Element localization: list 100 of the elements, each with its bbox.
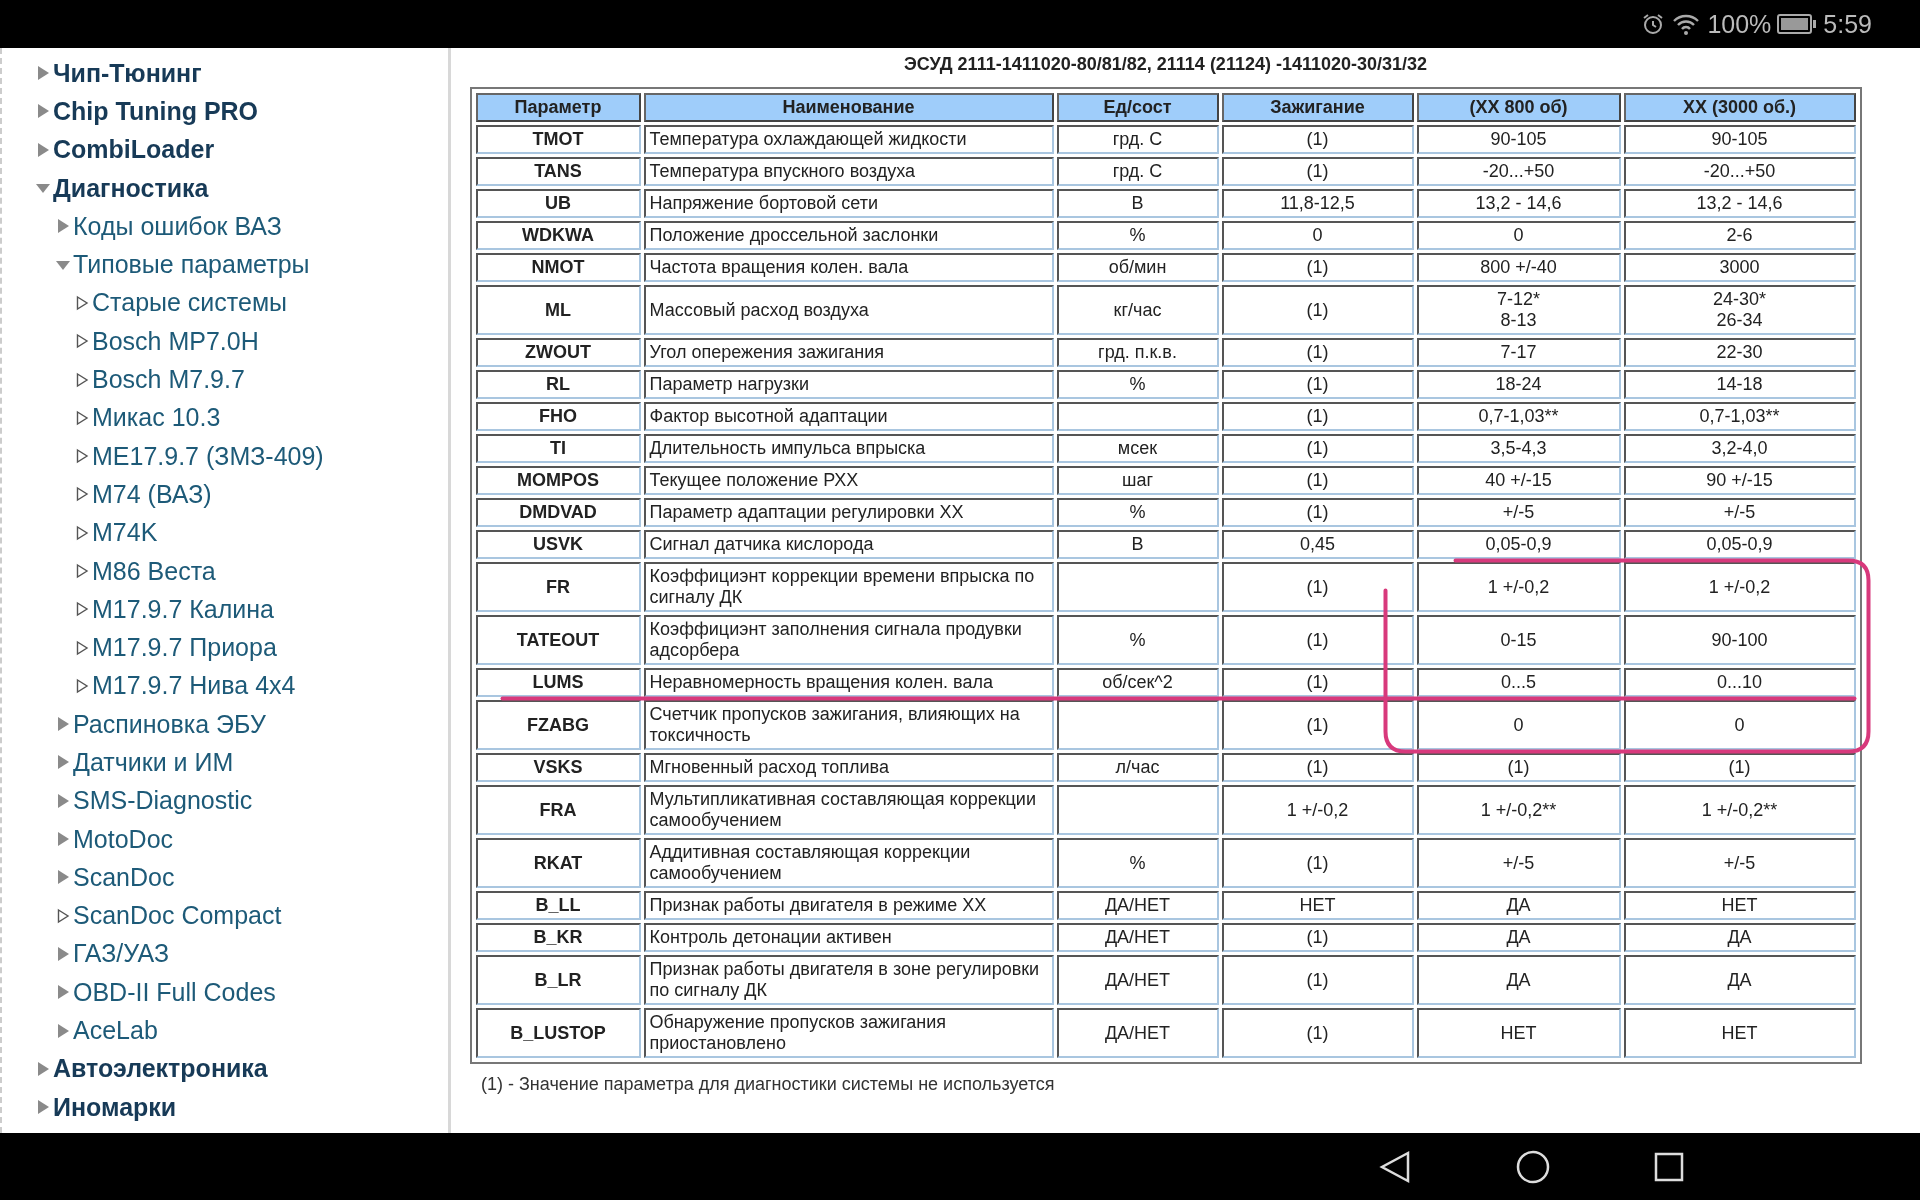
expand-triangle-icon[interactable] [56, 1022, 70, 1039]
table-cell: 18-24 [1416, 370, 1621, 399]
table-cell: (1) [1221, 923, 1414, 952]
nav-link[interactable]: Bosch M7.9.7 [92, 365, 245, 394]
table-cell: 90-105 [1416, 125, 1621, 154]
table-cell: +/-5 [1623, 498, 1856, 527]
expand-triangle-icon[interactable] [36, 1060, 50, 1077]
outline-triangle-icon[interactable] [75, 409, 89, 426]
nav-link[interactable]: AceLab [73, 1016, 158, 1046]
nav-link[interactable]: ScanDoc [73, 862, 175, 892]
nav-link[interactable]: Chip Tuning PRO [53, 96, 259, 126]
outline-triangle-icon[interactable] [75, 677, 89, 694]
table-cell: (1) [1623, 753, 1856, 782]
outline-triangle-icon[interactable] [75, 486, 89, 503]
nav-link[interactable]: MotoDoc [73, 824, 174, 854]
table-cell: 1 +/-0,2** [1623, 785, 1856, 835]
outline-triangle-icon[interactable] [75, 563, 89, 579]
table-cell: ДА [1623, 923, 1856, 952]
table-cell: 0 [1416, 700, 1621, 750]
nav-link[interactable]: Коды ошибок ВАЗ [73, 211, 282, 241]
outline-triangle-icon[interactable] [75, 524, 89, 541]
nav-link[interactable]: M17.9.7 Калина [92, 594, 274, 624]
nav-link[interactable]: M17.9.7 Нива 4х4 [92, 671, 296, 701]
nav-link[interactable]: M74K [92, 518, 158, 548]
table-cell: шаг [1056, 466, 1219, 495]
nav-link[interactable]: Автоэлектроника [53, 1054, 268, 1084]
table-cell: % [1056, 498, 1219, 527]
back-icon[interactable] [1378, 1149, 1412, 1184]
page-title: ЭСУД 2111-1411020-80/81/82, 21114 (21124) -1411020-30/31/32 [903, 54, 1428, 75]
table-cell: Сигнал датчика кислорода [643, 530, 1054, 559]
table-cell: об/мин [1056, 253, 1219, 282]
expand-triangle-icon[interactable] [56, 945, 70, 962]
table-cell: Длительность импульса впрыска [643, 434, 1054, 463]
table-cell: RL [475, 370, 641, 399]
nav-link[interactable]: Чип-Тюнинг [53, 58, 202, 88]
expand-triangle-icon[interactable] [56, 218, 70, 235]
expand-triangle-icon[interactable] [56, 831, 70, 848]
column-header: ХХ (3000 об.) [1623, 93, 1856, 122]
table-cell: Контроль детонации активен [643, 923, 1054, 952]
table-cell: B_LR [475, 955, 641, 1005]
expand-triangle-icon[interactable] [56, 716, 70, 733]
table-cell: (1) [1221, 955, 1414, 1005]
outline-triangle-icon[interactable] [56, 907, 70, 924]
table-cell: (1) [1221, 125, 1414, 154]
nav-link[interactable]: Диагностика [53, 173, 209, 203]
table-cell: 13,2 - 14,6 [1623, 189, 1856, 218]
expand-triangle-icon[interactable] [56, 792, 70, 809]
nav-link[interactable]: Иномарки [53, 1092, 177, 1122]
outline-triangle-icon[interactable] [75, 294, 89, 311]
outline-triangle-icon[interactable] [75, 639, 89, 656]
table-cell: Массовый расход воздуха [643, 285, 1054, 335]
table-cell: 1 +/-0,2 [1221, 785, 1414, 835]
column-header: Параметр [475, 93, 641, 122]
clock-time: 5:59 [1823, 9, 1872, 39]
table-cell: 3,2-4,0 [1623, 434, 1856, 463]
expand-triangle-icon[interactable] [36, 141, 50, 158]
expand-triangle-icon[interactable] [36, 1099, 50, 1116]
nav-link[interactable]: OBD-II Full Codes [73, 977, 276, 1007]
nav-link[interactable]: M74 (ВАЗ) [92, 479, 212, 509]
footnote: (1) - Значение параметра для диагностики системы не используется [481, 1074, 1055, 1095]
expand-triangle-icon[interactable] [36, 103, 50, 120]
expand-triangle-icon[interactable] [56, 869, 70, 886]
nav-link[interactable]: Типовые параметры [73, 250, 310, 280]
table-cell: NMOT [475, 253, 641, 282]
column-header: (ХХ 800 об) [1416, 93, 1621, 122]
table-cell: (1) [1221, 700, 1414, 750]
expand-triangle-icon[interactable] [56, 984, 70, 1001]
recent-apps-icon[interactable] [1654, 1151, 1684, 1182]
table-cell: ZWOUT [475, 338, 641, 367]
nav-link[interactable]: CombiLoader [53, 135, 215, 165]
table-cell: В [1056, 189, 1219, 218]
outline-triangle-icon[interactable] [75, 601, 89, 618]
nav-link[interactable]: Распиновка ЭБУ [73, 709, 266, 739]
home-icon[interactable] [1516, 1149, 1550, 1184]
nav-link[interactable]: SMS-Diagnostic [73, 786, 253, 816]
table-cell: +/-5 [1416, 838, 1621, 888]
table-cell: +/-5 [1623, 838, 1856, 888]
table-cell: 40 +/-15 [1416, 466, 1621, 495]
nav-link[interactable]: M17.9.7 Приора [92, 633, 277, 663]
table-cell: FRA [475, 785, 641, 835]
nav-link[interactable]: M86 Веста [92, 556, 216, 586]
table-cell: 0,7-1,03** [1623, 402, 1856, 431]
nav-link[interactable]: Микас 10.3 [92, 403, 221, 433]
table-cell: (1) [1221, 157, 1414, 186]
table-cell: (1) [1221, 370, 1414, 399]
column-header: Ед/сост [1056, 93, 1219, 122]
nav-link[interactable]: ME17.9.7 (ЗМЗ-409) [92, 441, 324, 471]
nav-link[interactable]: ГАЗ/УАЗ [73, 939, 169, 969]
expand-triangle-icon[interactable] [56, 754, 70, 771]
nav-link[interactable]: Bosch MP7.0H [92, 326, 259, 356]
nav-link[interactable]: ScanDoc Compact [73, 901, 282, 931]
table-cell: RKAT [475, 838, 641, 888]
nav-link[interactable]: Датчики и ИМ [73, 748, 234, 777]
table-cell: 0 [1416, 221, 1621, 250]
expand-triangle-icon[interactable] [36, 65, 50, 82]
table-cell: LUMS [475, 668, 641, 697]
outline-triangle-icon[interactable] [75, 333, 89, 350]
outline-triangle-icon[interactable] [75, 371, 89, 388]
outline-triangle-icon[interactable] [75, 448, 89, 465]
nav-link[interactable]: Старые системы [92, 288, 288, 318]
